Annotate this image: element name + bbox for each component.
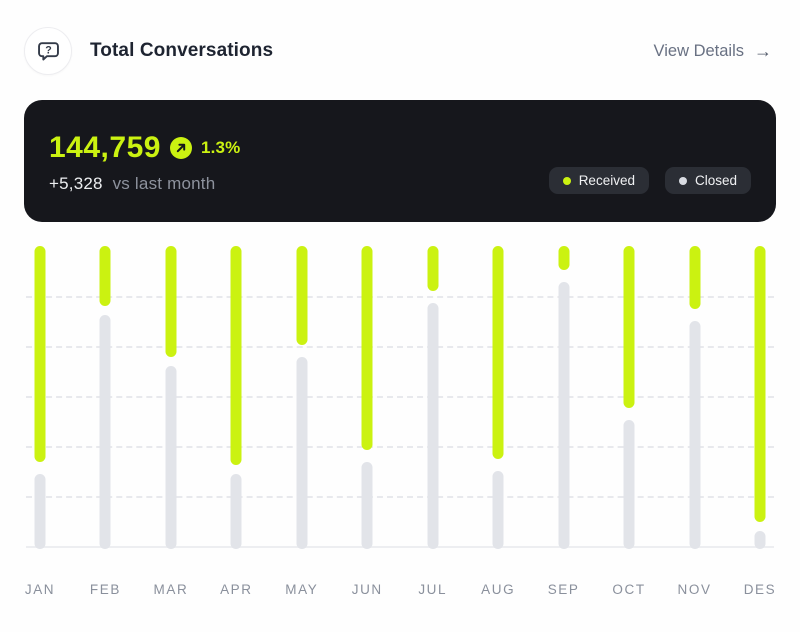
delta-caption: vs last month <box>113 174 216 193</box>
received-bar <box>427 246 438 291</box>
bar-column-apr[interactable] <box>216 246 256 546</box>
bar-column-jul[interactable] <box>413 246 453 546</box>
month-label-des: DES <box>740 582 780 597</box>
closed-bar <box>754 531 765 549</box>
bar-column-jun[interactable] <box>347 246 387 546</box>
closed-bar <box>35 474 46 549</box>
received-bar <box>100 246 111 306</box>
month-label-nov: NOV <box>675 582 715 597</box>
view-details-link[interactable]: View Details → <box>654 41 772 62</box>
month-label-apr: APR <box>216 582 256 597</box>
closed-bar <box>362 462 373 549</box>
chat-question-icon: ? <box>35 38 62 65</box>
month-label-jul: JUL <box>413 582 453 597</box>
bar-column-jan[interactable] <box>20 246 60 546</box>
closed-bar <box>100 315 111 549</box>
month-label-feb: FEB <box>85 582 125 597</box>
bar-column-nov[interactable] <box>675 246 715 546</box>
bar-column-may[interactable] <box>282 246 322 546</box>
legend-label-received: Received <box>579 173 635 188</box>
bar-column-oct[interactable] <box>609 246 649 546</box>
x-axis-baseline <box>26 546 774 548</box>
arrow-right-icon: → <box>754 41 772 62</box>
x-axis-labels: JAN FEB MAR APR MAY JUN JUL AUG SEP OCT NOV DES <box>20 582 780 597</box>
bar-column-feb[interactable] <box>85 246 125 546</box>
month-label-jun: JUN <box>347 582 387 597</box>
received-bar <box>558 246 569 270</box>
legend-pill-received[interactable]: Received <box>549 167 649 194</box>
received-bar <box>165 246 176 357</box>
change-percent: 1.3% <box>201 138 241 158</box>
closed-bar <box>493 471 504 549</box>
closed-bar <box>427 303 438 549</box>
widget-header: ? Total Conversations View Details → <box>0 0 800 75</box>
received-bar <box>689 246 700 309</box>
closed-bar <box>231 474 242 549</box>
legend-pill-closed[interactable]: Closed <box>665 167 751 194</box>
legend-label-closed: Closed <box>695 173 737 188</box>
received-bar <box>296 246 307 345</box>
month-label-mar: MAR <box>151 582 191 597</box>
closed-dot-icon <box>679 177 687 185</box>
page-title: Total Conversations <box>90 40 273 62</box>
month-label-oct: OCT <box>609 582 649 597</box>
closed-bar <box>689 321 700 549</box>
closed-bar <box>165 366 176 549</box>
arrow-up-right-icon <box>170 137 192 159</box>
closed-bar <box>296 357 307 549</box>
delta-value: +5,328 <box>49 174 103 193</box>
received-bar <box>362 246 373 450</box>
received-bar <box>231 246 242 465</box>
summary-card: 144,759 1.3% +5,328 vs last month Receiv… <box>24 100 776 222</box>
bar-column-sep[interactable] <box>544 246 584 546</box>
total-conversations-value: 144,759 <box>49 131 161 165</box>
month-label-sep: SEP <box>544 582 584 597</box>
month-label-aug: AUG <box>478 582 518 597</box>
view-details-label: View Details <box>654 42 744 61</box>
chart-legend: Received Closed <box>549 167 751 194</box>
summary-stats: 144,759 1.3% +5,328 vs last month <box>49 102 241 222</box>
received-bar <box>754 246 765 522</box>
month-label-jan: JAN <box>20 582 60 597</box>
bar-column-mar[interactable] <box>151 246 191 546</box>
bar-column-des[interactable] <box>740 246 780 546</box>
bar-columns <box>20 246 780 546</box>
month-label-may: MAY <box>282 582 322 597</box>
received-dot-icon <box>563 177 571 185</box>
bar-column-aug[interactable] <box>478 246 518 546</box>
closed-bar <box>624 420 635 549</box>
svg-text:?: ? <box>45 44 52 56</box>
closed-bar <box>558 282 569 549</box>
received-bar <box>624 246 635 408</box>
received-bar <box>35 246 46 462</box>
help-button[interactable]: ? <box>24 27 72 75</box>
conversations-bar-chart <box>20 246 780 546</box>
received-bar <box>493 246 504 459</box>
